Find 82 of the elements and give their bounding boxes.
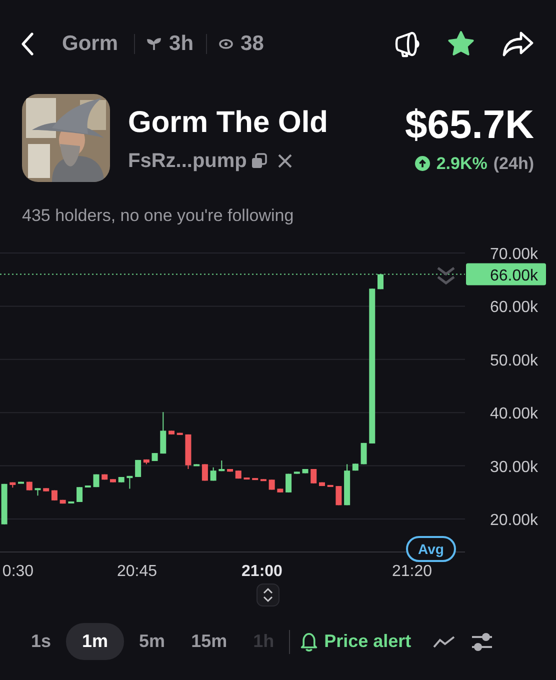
candlestick	[110, 478, 116, 483]
candlestick	[60, 499, 66, 504]
token-address: FsRz...pump	[128, 150, 247, 172]
candlestick	[84, 485, 91, 488]
candlestick	[235, 470, 242, 480]
candlestick	[1, 483, 8, 525]
candlestick	[294, 471, 300, 474]
x-axis-label: 21:20	[392, 563, 432, 580]
candlestick	[210, 466, 216, 482]
line-chart-icon[interactable]	[433, 634, 456, 648]
candlestick	[260, 478, 266, 482]
candlestick	[176, 432, 183, 436]
y-axis-label: 20.00k	[490, 512, 538, 530]
double-chevron-icon[interactable]	[436, 266, 456, 286]
candlestick	[26, 481, 32, 491]
candlestick	[310, 468, 317, 484]
candlestick	[185, 434, 192, 470]
candlestick	[327, 484, 334, 488]
x-axis-label: 21:00	[242, 563, 282, 580]
price-label: 66.00k	[466, 263, 546, 286]
price-alert-button[interactable]: Price alert	[294, 631, 412, 652]
token-age: 3h	[169, 32, 194, 56]
holders-text: 435 holders, no one you're following	[22, 206, 295, 227]
candlestick	[268, 479, 275, 490]
x-axis-label: 20:45	[116, 563, 158, 580]
candlestick	[302, 468, 308, 474]
y-axis-label: 40.00k	[490, 406, 538, 423]
settings-sliders-icon[interactable]	[471, 632, 494, 652]
candlestick	[352, 463, 358, 472]
candlestick	[318, 482, 325, 487]
candlestick	[252, 478, 258, 480]
candlestick	[10, 482, 16, 488]
candlestick	[218, 460, 225, 472]
y-axis-label: 70.00k	[490, 246, 538, 263]
candlestick	[143, 458, 150, 465]
sprout-icon	[147, 37, 162, 51]
expand-icon[interactable]	[256, 583, 280, 607]
candlestick	[344, 464, 350, 506]
share-icon[interactable]	[502, 30, 534, 58]
candlestick	[135, 459, 142, 478]
candlestick	[68, 500, 74, 504]
interval-tab[interactable]: 5m	[128, 623, 176, 660]
candlestick	[378, 274, 384, 290]
token-name: Gorm The Old	[128, 106, 330, 140]
candlestick	[336, 486, 342, 506]
candlestick	[34, 488, 41, 496]
candlestick	[244, 477, 250, 480]
candlestick	[102, 474, 108, 480]
candlestick	[194, 464, 200, 466]
candlestick	[360, 442, 367, 465]
y-axis-label: 60.00k	[490, 299, 538, 316]
candlestick	[126, 475, 133, 490]
candlestick	[93, 474, 100, 488]
candlestick	[277, 488, 284, 493]
candlestick	[227, 468, 234, 472]
price-change: 2.9K%	[436, 154, 488, 174]
interval-tab[interactable]: 1s	[20, 623, 62, 660]
interval-tab[interactable]: 15m	[180, 623, 238, 660]
back-icon[interactable]	[20, 32, 34, 56]
viewer-count: 38	[240, 32, 264, 56]
candlestick	[51, 490, 58, 501]
bell-icon	[300, 632, 318, 652]
candlestick	[18, 481, 24, 484]
candlestick	[76, 486, 83, 502]
y-axis-label: 50.00k	[490, 352, 538, 370]
candlestick	[202, 464, 208, 482]
change-period: (24h)	[493, 154, 534, 174]
market-cap: $65.7K	[405, 102, 534, 148]
y-axis-label: 30.00k	[490, 458, 538, 476]
x-axis-label: 0:30	[2, 563, 34, 580]
candlestick	[152, 452, 158, 462]
candlestick	[43, 488, 50, 492]
candlestick	[160, 412, 166, 454]
x-logo-icon[interactable]	[276, 153, 293, 169]
token-ticker: Gorm	[62, 32, 118, 56]
interval-tab[interactable]: 1m	[66, 623, 124, 660]
candlestick	[118, 476, 124, 483]
copy-icon[interactable]	[250, 153, 267, 169]
avg-badge[interactable]: Avg	[406, 536, 456, 562]
candlestick	[286, 473, 292, 493]
candlestick	[168, 430, 174, 435]
eye-icon	[218, 39, 233, 49]
